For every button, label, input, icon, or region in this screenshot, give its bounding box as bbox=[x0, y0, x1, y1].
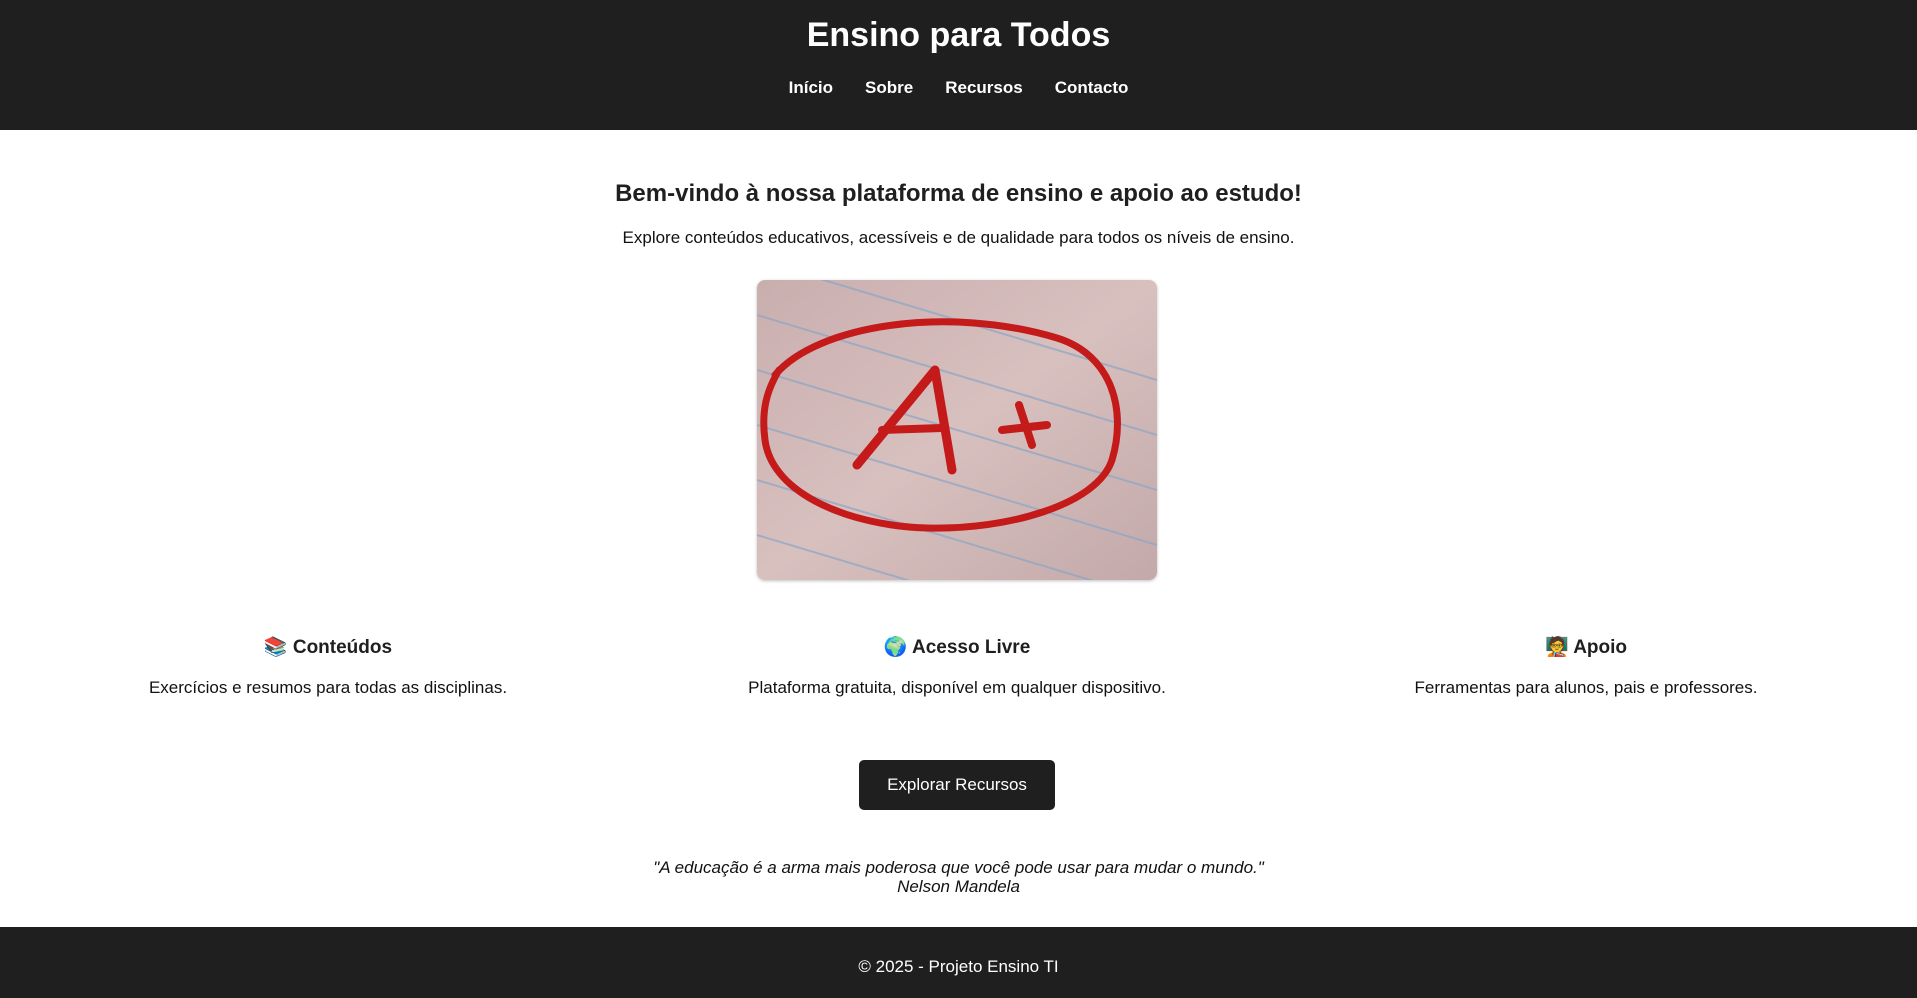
nav-link-inicio[interactable]: Início bbox=[789, 78, 833, 98]
welcome-heading: Bem-vindo à nossa plataforma de ensino e… bbox=[615, 180, 1302, 207]
explore-resources-button[interactable]: Explorar Recursos bbox=[859, 760, 1055, 810]
feature-conteudos-title: 📚 Conteúdos bbox=[88, 635, 568, 659]
hero-image-a-plus-grade bbox=[757, 280, 1157, 580]
feature-conteudos-text: Exercícios e resumos para todas as disci… bbox=[148, 678, 508, 697]
site-title: Ensino para Todos bbox=[806, 16, 1111, 54]
footer-copyright: © 2025 - Projeto Ensino TI bbox=[858, 957, 1059, 976]
feature-acesso-livre: 🌍 Acesso Livre Plataforma gratuita, disp… bbox=[717, 635, 1197, 698]
books-icon: 📚 bbox=[263, 636, 288, 658]
feature-apoio-title: 🧑‍🏫 Apoio bbox=[1346, 635, 1826, 659]
intro-text: Explore conteúdos educativos, acessíveis… bbox=[622, 228, 1295, 247]
feature-acesso-livre-label: Acesso Livre bbox=[911, 637, 1031, 658]
feature-acesso-livre-title: 🌍 Acesso Livre bbox=[717, 635, 1197, 659]
mandela-quote: "A educação é a arma mais poderosa que v… bbox=[0, 858, 1917, 896]
globe-icon: 🌍 bbox=[883, 636, 908, 658]
nav-link-contacto[interactable]: Contacto bbox=[1055, 78, 1129, 98]
feature-acesso-livre-text: Plataforma gratuita, disponível em qualq… bbox=[748, 678, 1166, 697]
feature-apoio: 🧑‍🏫 Apoio Ferramentas para alunos, pais … bbox=[1346, 635, 1826, 698]
quote-author: Nelson Mandela bbox=[897, 877, 1020, 896]
site-header: Ensino para Todos Início Sobre Recursos … bbox=[0, 0, 1917, 130]
feature-apoio-label: Apoio bbox=[1573, 637, 1628, 658]
feature-conteudos-label: Conteúdos bbox=[292, 637, 393, 658]
feature-apoio-text: Ferramentas para alunos, pais e professo… bbox=[1414, 678, 1758, 697]
nav-link-sobre[interactable]: Sobre bbox=[865, 78, 913, 98]
quote-text: "A educação é a arma mais poderosa que v… bbox=[653, 858, 1264, 877]
feature-conteudos: 📚 Conteúdos Exercícios e resumos para to… bbox=[88, 635, 568, 698]
main-content: Bem-vindo à nossa plataforma de ensino e… bbox=[0, 130, 1917, 927]
nav-link-recursos[interactable]: Recursos bbox=[945, 78, 1022, 98]
teacher-icon: 🧑‍🏫 bbox=[1544, 636, 1569, 658]
site-footer: © 2025 - Projeto Ensino TI bbox=[0, 927, 1917, 998]
main-nav: Início Sobre Recursos Contacto bbox=[0, 78, 1917, 98]
